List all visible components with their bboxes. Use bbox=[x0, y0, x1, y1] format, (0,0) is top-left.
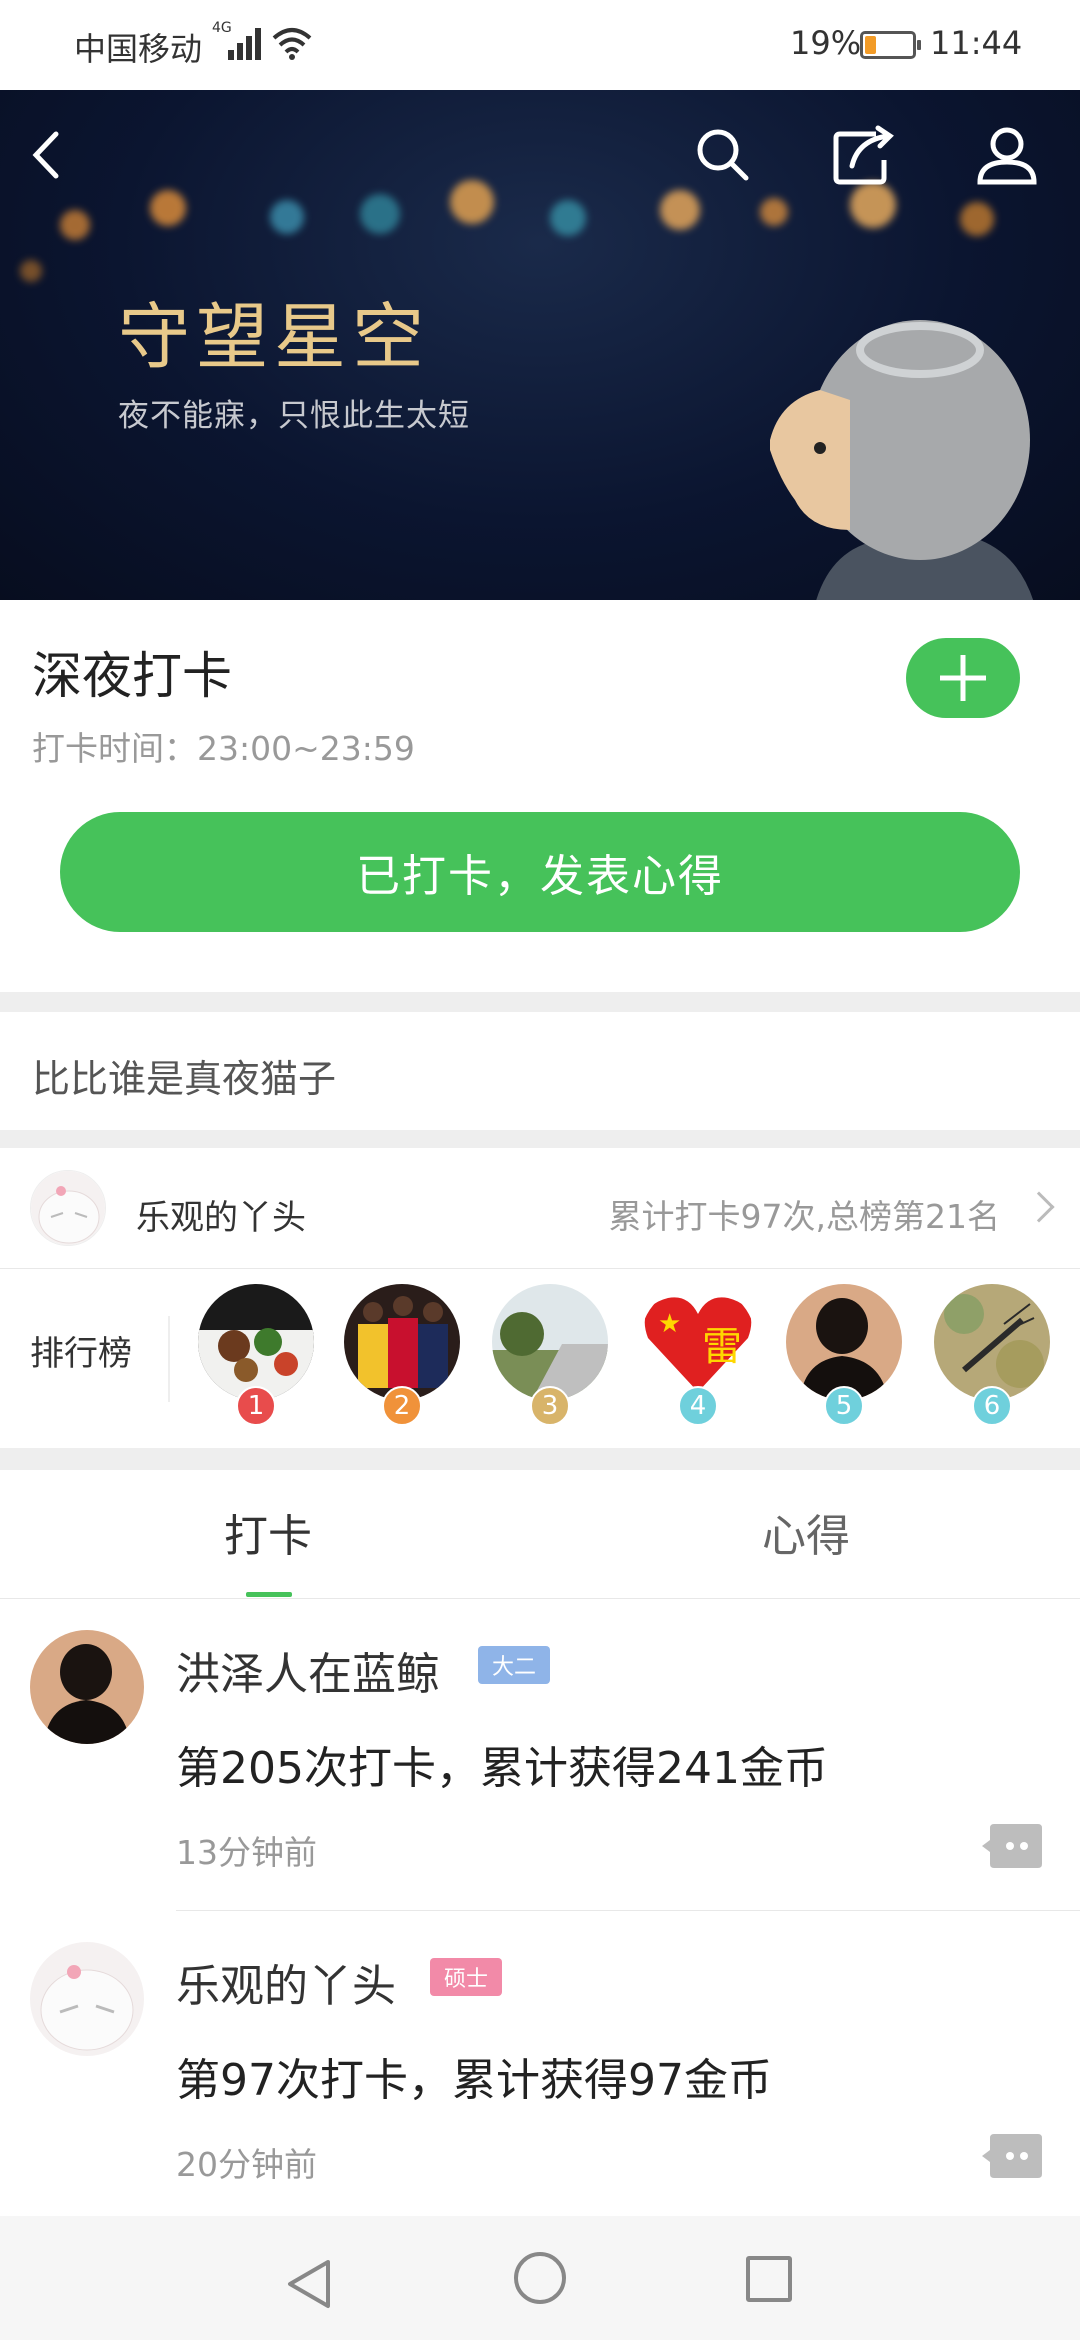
divider bbox=[0, 1268, 1080, 1269]
nav-home-icon[interactable] bbox=[514, 2252, 566, 2304]
group-slogan: 比比谁是真夜猫子 bbox=[32, 1057, 337, 1101]
ranking-avatar-5[interactable] bbox=[786, 1284, 902, 1400]
post-notes-button[interactable]: 已打卡，发表心得 bbox=[60, 812, 1020, 932]
rank-badge: 1 bbox=[236, 1386, 276, 1426]
feed-username[interactable]: 乐观的丫头 bbox=[176, 1950, 396, 2014]
active-tab-indicator bbox=[246, 1592, 292, 1597]
ranking-avatar-1[interactable] bbox=[198, 1284, 314, 1400]
join-button[interactable] bbox=[906, 638, 1020, 718]
checkin-title: 深夜打卡 bbox=[32, 647, 232, 705]
ranking-avatar-4[interactable]: ★ 雷 bbox=[640, 1284, 756, 1400]
chevron-right-icon[interactable] bbox=[1023, 1191, 1055, 1223]
rank-badge: 5 bbox=[824, 1386, 864, 1426]
section-divider bbox=[0, 992, 1080, 1012]
signal-icon bbox=[228, 26, 264, 60]
my-avatar[interactable] bbox=[30, 1170, 106, 1246]
boy-illustration bbox=[770, 320, 1034, 600]
svg-text:★: ★ bbox=[658, 1309, 681, 1339]
group-banner: 守望星空 夜不能寐，只恨此生太短 bbox=[0, 90, 1080, 600]
ranking-label[interactable]: 排行榜 bbox=[30, 1326, 132, 1375]
share-icon[interactable] bbox=[828, 120, 898, 190]
search-icon[interactable] bbox=[688, 120, 758, 190]
rank-badge: 4 bbox=[678, 1386, 718, 1426]
divider bbox=[0, 1598, 1080, 1599]
tab-notes[interactable]: 心得 bbox=[762, 1500, 850, 1564]
carrier-label: 中国移动 bbox=[74, 30, 203, 68]
feed-avatar[interactable] bbox=[30, 1630, 144, 1744]
banner-title: 守望星空 bbox=[118, 295, 431, 379]
feed-timestamp: 13分钟前 bbox=[176, 1833, 317, 1872]
degree-badge: 硕士 bbox=[430, 1958, 503, 1996]
battery-icon bbox=[860, 31, 921, 59]
rank-badge: 2 bbox=[382, 1386, 422, 1426]
feed-timestamp: 20分钟前 bbox=[176, 2145, 317, 2184]
nav-recents-icon[interactable] bbox=[746, 2256, 792, 2302]
battery-percent: 19% bbox=[790, 24, 862, 62]
clock: 11:44 bbox=[930, 24, 1023, 62]
my-name: 乐观的丫头 bbox=[136, 1198, 306, 1238]
my-stats[interactable]: 累计打卡97次,总榜第21名 bbox=[609, 1190, 1000, 1238]
rank-badge: 3 bbox=[530, 1386, 570, 1426]
user-icon[interactable] bbox=[972, 120, 1042, 190]
ranking-avatar-2[interactable] bbox=[344, 1284, 460, 1400]
ranking-avatar-6[interactable] bbox=[934, 1284, 1050, 1400]
ranking-avatar-3[interactable] bbox=[492, 1284, 608, 1400]
feed-avatar[interactable] bbox=[30, 1942, 144, 2056]
rank-badge: 6 bbox=[972, 1386, 1012, 1426]
wifi-icon bbox=[272, 28, 312, 60]
feed-username[interactable]: 洪泽人在蓝鲸 bbox=[176, 1638, 440, 1702]
feed-text: 第205次打卡，累计获得241金币 bbox=[176, 1743, 828, 1794]
divider bbox=[176, 1910, 1080, 1911]
banner-subtitle: 夜不能寐，只恨此生太短 bbox=[118, 398, 470, 434]
grade-badge: 大二 bbox=[478, 1646, 551, 1684]
divider bbox=[168, 1316, 170, 1402]
feed-text: 第97次打卡，累计获得97金币 bbox=[176, 2055, 772, 2106]
comment-icon[interactable] bbox=[980, 1822, 1044, 1870]
section-divider bbox=[0, 1448, 1080, 1470]
section-divider bbox=[0, 1130, 1080, 1148]
nav-back-icon[interactable] bbox=[282, 2256, 338, 2312]
checkin-time: 打卡时间：23:00~23:59 bbox=[32, 729, 415, 768]
svg-text:雷: 雷 bbox=[702, 1324, 742, 1370]
comment-icon[interactable] bbox=[980, 2132, 1044, 2180]
status-bar: 中国移动 4G 19% 11:44 bbox=[0, 0, 1080, 90]
back-icon[interactable] bbox=[14, 120, 84, 190]
tab-checkin[interactable]: 打卡 bbox=[224, 1500, 312, 1564]
